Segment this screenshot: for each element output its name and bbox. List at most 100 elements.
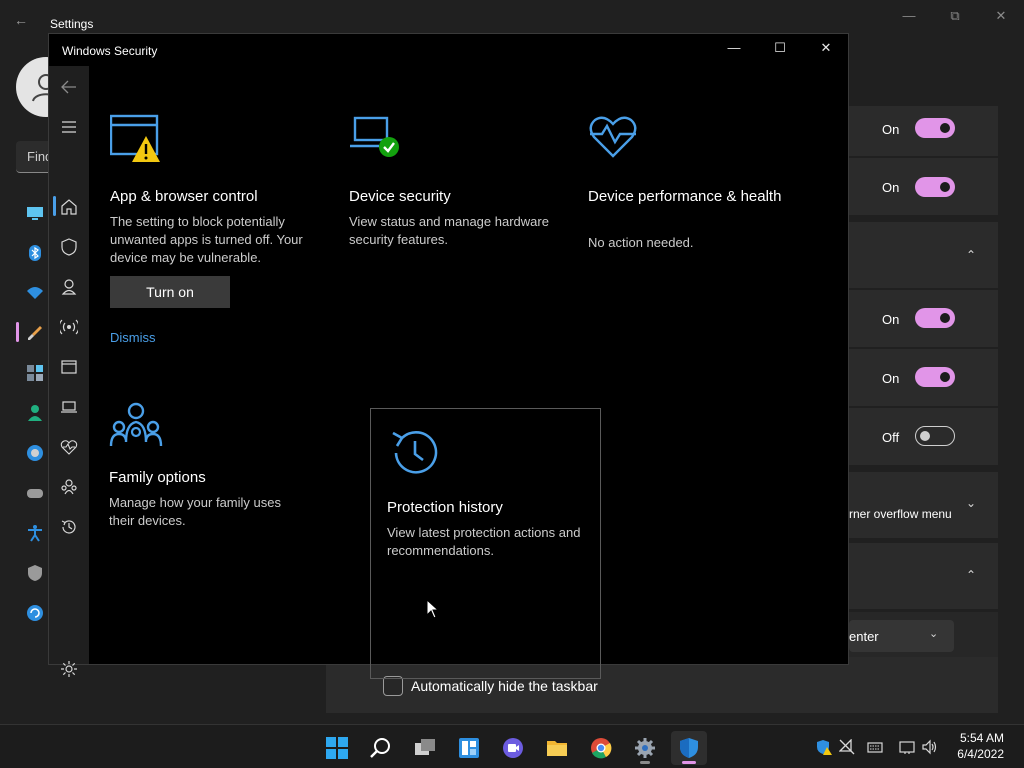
start-button[interactable]	[319, 731, 355, 765]
security-title: Windows Security	[62, 44, 158, 58]
personalization-brush-icon[interactable]	[26, 324, 44, 342]
chat-button[interactable]	[495, 731, 531, 765]
minimize-icon[interactable]: —	[719, 40, 749, 60]
settings-titlebar: ← Settings — ⧉ ✕	[0, 0, 1024, 34]
security-titlebar: Windows Security — ☐ ✕	[49, 34, 848, 66]
firewall-network-icon[interactable]	[60, 318, 78, 336]
windows-update-icon[interactable]	[26, 604, 44, 622]
tile-description: Manage how your family uses their device…	[109, 495, 281, 528]
maximize-icon[interactable]: ☐	[765, 40, 795, 60]
toggle-switch[interactable]	[915, 367, 955, 387]
settings-gear-icon	[635, 738, 655, 758]
widgets-icon	[459, 738, 479, 758]
settings-gear-icon[interactable]	[60, 660, 78, 678]
auto-hide-checkbox[interactable]	[383, 676, 403, 696]
folder-icon	[547, 741, 567, 756]
heart-pulse-icon	[589, 116, 637, 158]
dropdown-value: enter	[849, 629, 879, 644]
auto-hide-label: Automatically hide the taskbar	[411, 678, 598, 694]
family-options-icon[interactable]	[60, 478, 78, 496]
apps-icon[interactable]	[26, 364, 44, 382]
teams-chat-icon	[503, 738, 523, 758]
toggle-switch[interactable]	[915, 426, 955, 446]
clock-time[interactable]: 5:54 AM	[958, 731, 1004, 745]
taskbar-search[interactable]	[363, 731, 399, 765]
running-indicator	[640, 761, 650, 764]
windows-security-button[interactable]	[671, 731, 707, 765]
bluetooth-icon[interactable]	[26, 244, 44, 262]
tile-protection-history[interactable]: Protection history View latest protectio…	[370, 408, 601, 679]
volume-icon[interactable]	[922, 739, 938, 755]
windows-security-window: Windows Security — ☐ ✕ App & browser con…	[48, 33, 849, 679]
toggle-switch[interactable]	[915, 308, 955, 328]
device-security-icon[interactable]	[60, 398, 78, 416]
settings-app-button[interactable]	[627, 731, 663, 765]
home-icon[interactable]	[60, 198, 78, 216]
accessibility-icon[interactable]	[26, 524, 44, 542]
device-performance-heart-icon[interactable]	[60, 438, 78, 456]
windows-security-shield-icon	[680, 738, 698, 758]
security-sidebar	[49, 66, 89, 677]
toggle-state-label: On	[882, 312, 900, 327]
time-language-icon[interactable]	[26, 444, 44, 462]
minimize-icon[interactable]: —	[894, 8, 924, 26]
clock-date[interactable]: 6/4/2022	[950, 747, 1004, 761]
dismiss-link[interactable]: Dismiss	[110, 330, 156, 345]
task-view-button[interactable]	[407, 731, 443, 765]
gaming-icon[interactable]	[26, 484, 44, 502]
tile-title: Protection history	[387, 499, 503, 516]
tile-description: View status and manage hardware security…	[349, 214, 549, 247]
tile-description: View latest protection actions and recom…	[387, 525, 581, 558]
toggle-switch[interactable]	[915, 177, 955, 197]
task-view-icon	[415, 739, 435, 755]
search-icon	[370, 738, 390, 758]
family-icon	[109, 402, 163, 447]
restore-icon[interactable]: ⧉	[940, 8, 970, 26]
close-icon[interactable]: ✕	[986, 8, 1016, 26]
back-arrow-icon[interactable]: ←	[14, 12, 28, 28]
chevron-down-icon[interactable]: ⌄	[966, 496, 976, 510]
tile-title: Family options	[109, 469, 206, 486]
widgets-button[interactable]	[451, 731, 487, 765]
tile-family-options[interactable]: Family options Manage how your family us…	[109, 396, 340, 667]
virus-protection-shield-icon[interactable]	[60, 238, 78, 256]
accounts-icon[interactable]	[26, 404, 44, 422]
taskbar: 5:54 AM 6/4/2022	[0, 724, 1024, 768]
tile-description: No action needed.	[588, 235, 694, 250]
back-arrow-icon[interactable]	[60, 78, 78, 96]
turn-on-button[interactable]: Turn on	[110, 276, 230, 308]
privacy-shield-icon[interactable]	[26, 564, 44, 582]
display-tray-icon[interactable]	[899, 739, 915, 755]
app-browser-warning-icon	[110, 114, 160, 162]
tile-device-security[interactable]: Device security View status and manage h…	[349, 114, 580, 385]
tile-device-performance[interactable]: Device performance & health No action ne…	[588, 114, 819, 385]
tile-title: Device security	[349, 188, 451, 205]
selected-indicator	[16, 322, 19, 342]
chevron-down-icon: ⌄	[929, 628, 939, 640]
chrome-button[interactable]	[583, 731, 619, 765]
wifi-icon[interactable]	[26, 284, 44, 302]
toggle-state-label: On	[882, 180, 900, 195]
setting-row: enter ⌄	[849, 612, 998, 658]
toggle-switch[interactable]	[915, 118, 955, 138]
hamburger-menu-icon[interactable]	[60, 118, 78, 136]
close-icon[interactable]: ✕	[811, 40, 841, 60]
history-clock-icon	[392, 431, 438, 474]
chevron-up-icon[interactable]: ⌃	[966, 248, 976, 262]
tile-app-browser-control[interactable]: App & browser control The setting to blo…	[110, 114, 341, 385]
account-protection-icon[interactable]	[60, 278, 78, 296]
toggle-state-label: Off	[882, 430, 900, 445]
file-explorer-button[interactable]	[539, 731, 575, 765]
protection-history-icon[interactable]	[60, 518, 78, 536]
chevron-up-icon[interactable]: ⌃	[966, 568, 976, 582]
app-browser-control-icon[interactable]	[60, 358, 78, 376]
security-warning-tray-icon[interactable]	[816, 739, 832, 755]
display-icon[interactable]	[26, 204, 44, 222]
alignment-dropdown[interactable]: enter ⌄	[849, 620, 954, 652]
network-disconnected-icon[interactable]	[839, 739, 855, 755]
toggle-state-label: On	[882, 122, 900, 137]
overflow-menu-label: rner overflow menu	[849, 507, 952, 521]
device-security-laptop-icon	[350, 116, 399, 157]
chrome-icon	[591, 738, 612, 759]
keyboard-icon[interactable]	[867, 739, 883, 755]
